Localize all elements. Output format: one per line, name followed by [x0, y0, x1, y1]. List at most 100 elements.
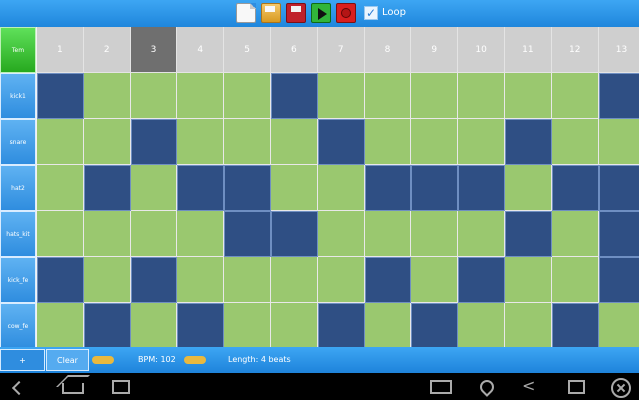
new-file-button[interactable] [236, 3, 256, 23]
recents-icon[interactable] [112, 380, 130, 394]
column-header[interactable]: 2 [83, 27, 131, 73]
tempo-button[interactable]: Tem [0, 27, 36, 73]
step-cell[interactable] [317, 165, 365, 211]
step-cell[interactable] [37, 119, 84, 165]
step-cell[interactable] [505, 211, 552, 257]
step-cell[interactable] [458, 211, 505, 257]
column-header[interactable]: 6 [271, 27, 318, 73]
step-cell[interactable] [411, 257, 459, 303]
track-label[interactable]: cow_fe [0, 303, 36, 349]
location-icon[interactable] [477, 377, 497, 397]
column-header[interactable]: 12 [551, 27, 599, 73]
add-track-button[interactable]: + [0, 349, 45, 371]
step-cell[interactable] [598, 211, 639, 257]
step-cell[interactable] [37, 211, 84, 257]
step-cell[interactable] [364, 165, 412, 211]
step-cell[interactable] [177, 73, 225, 119]
step-cell[interactable] [505, 257, 552, 303]
step-cell[interactable] [130, 257, 178, 303]
step-cell[interactable] [130, 119, 178, 165]
step-cell[interactable] [364, 257, 412, 303]
column-header[interactable]: 4 [177, 27, 225, 73]
track-label[interactable]: snare [0, 119, 36, 165]
column-header[interactable]: 1 [37, 27, 84, 73]
step-cell[interactable] [271, 303, 318, 349]
step-cell[interactable] [458, 119, 505, 165]
step-cell[interactable] [224, 211, 271, 257]
track-label[interactable]: kick1 [0, 73, 36, 119]
track-label[interactable]: kick_fe [0, 257, 36, 303]
step-cell[interactable] [364, 119, 412, 165]
step-cell[interactable] [364, 73, 412, 119]
step-cell[interactable] [271, 165, 318, 211]
step-cell[interactable] [598, 73, 639, 119]
step-cell[interactable] [317, 257, 365, 303]
home-icon[interactable] [62, 383, 84, 394]
step-cell[interactable] [411, 211, 459, 257]
step-cell[interactable] [83, 165, 131, 211]
step-cell[interactable] [598, 165, 639, 211]
step-cell[interactable] [411, 73, 459, 119]
step-cell[interactable] [83, 211, 131, 257]
clear-button[interactable]: Clear [46, 349, 89, 371]
close-icon[interactable] [611, 378, 631, 398]
step-cell[interactable] [505, 165, 552, 211]
step-cell[interactable] [411, 119, 459, 165]
step-cell[interactable] [271, 211, 318, 257]
column-header[interactable]: 8 [364, 27, 412, 73]
step-cell[interactable] [130, 211, 178, 257]
step-cell[interactable] [505, 303, 552, 349]
back-icon[interactable] [11, 380, 27, 396]
step-cell[interactable] [458, 73, 505, 119]
step-cell[interactable] [317, 303, 365, 349]
step-cell[interactable] [598, 119, 639, 165]
step-cell[interactable] [224, 119, 271, 165]
step-cell[interactable] [458, 165, 505, 211]
step-cell[interactable] [37, 303, 84, 349]
step-cell[interactable] [317, 119, 365, 165]
column-header[interactable]: 13 [598, 27, 639, 73]
step-cell[interactable] [130, 73, 178, 119]
step-cell[interactable] [177, 303, 225, 349]
step-cell[interactable] [271, 257, 318, 303]
step-cell[interactable] [130, 165, 178, 211]
step-cell[interactable] [364, 211, 412, 257]
column-header[interactable]: 11 [505, 27, 552, 73]
step-cell[interactable] [224, 73, 271, 119]
record-button[interactable] [336, 3, 356, 23]
step-cell[interactable] [224, 257, 271, 303]
step-cell[interactable] [177, 211, 225, 257]
step-cell[interactable] [83, 303, 131, 349]
step-cell[interactable] [598, 303, 639, 349]
step-cell[interactable] [83, 257, 131, 303]
step-cell[interactable] [364, 303, 412, 349]
step-cell[interactable] [83, 119, 131, 165]
step-cell[interactable] [505, 119, 552, 165]
step-cell[interactable] [551, 165, 599, 211]
open-file-button[interactable] [261, 3, 281, 23]
step-cell[interactable] [177, 257, 225, 303]
step-cell[interactable] [37, 73, 84, 119]
step-cell[interactable] [177, 119, 225, 165]
step-cell[interactable] [551, 73, 599, 119]
step-cell[interactable] [551, 303, 599, 349]
step-cell[interactable] [224, 165, 271, 211]
column-header[interactable]: 5 [224, 27, 271, 73]
window-icon[interactable] [568, 380, 585, 394]
step-cell[interactable] [551, 257, 599, 303]
step-cell[interactable] [37, 165, 84, 211]
track-label[interactable]: hats_kit [0, 211, 36, 257]
column-header[interactable]: 9 [411, 27, 459, 73]
play-button[interactable] [311, 3, 331, 23]
step-cell[interactable] [37, 257, 84, 303]
step-cell[interactable] [271, 73, 318, 119]
save-file-button[interactable] [286, 3, 306, 23]
step-cell[interactable] [458, 257, 505, 303]
step-cell[interactable] [551, 211, 599, 257]
step-cell[interactable] [271, 119, 318, 165]
step-cell[interactable] [411, 303, 459, 349]
column-header[interactable]: 3 [130, 27, 178, 73]
step-cell[interactable] [411, 165, 459, 211]
column-header[interactable]: 10 [458, 27, 505, 73]
length-slider-handle[interactable] [184, 356, 206, 364]
